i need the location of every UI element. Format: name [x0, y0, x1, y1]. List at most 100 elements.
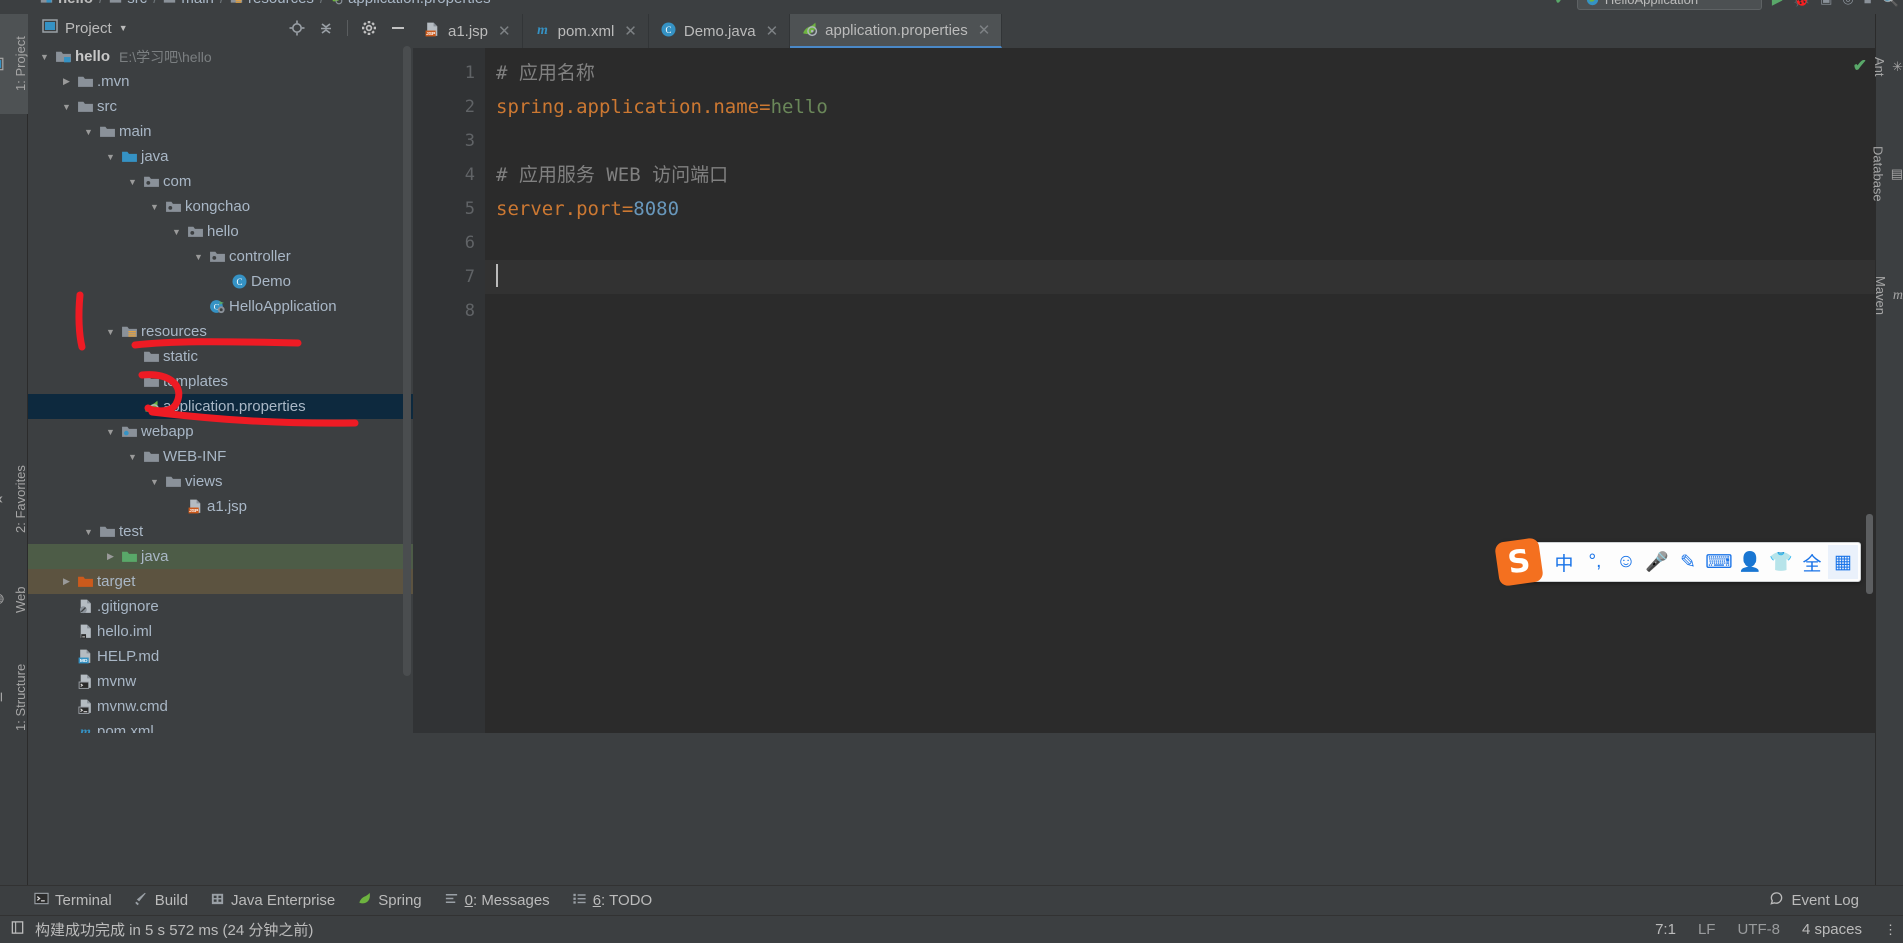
code-editor[interactable]: 12345678 # 应用名称 spring.application.name=h…: [413, 48, 1875, 733]
chevron-down-icon[interactable]: ▼: [80, 527, 97, 537]
lock-icon[interactable]: ⋮: [1884, 922, 1897, 938]
event-log-button[interactable]: Event Log: [1769, 891, 1859, 910]
chevron-down-icon[interactable]: ▼: [124, 177, 141, 187]
file-encoding[interactable]: UTF-8: [1737, 921, 1780, 938]
chevron-right-icon[interactable]: ▶: [58, 576, 75, 587]
tree-row-controller[interactable]: ▼ controller: [28, 244, 413, 269]
debug-button[interactable]: 🐞: [1793, 0, 1810, 8]
chevron-down-icon[interactable]: ▼: [102, 152, 119, 162]
tree-row-pom-xml[interactable]: m pom.xml: [28, 719, 413, 733]
editor-tab-application-properties[interactable]: application.properties ✕: [790, 14, 1003, 48]
collapse-all-icon[interactable]: [315, 17, 337, 39]
sidebar-item-ant[interactable]: ✳ Ant: [1872, 34, 1903, 100]
run-button[interactable]: ▶: [1772, 0, 1783, 8]
fullwidth-toggle[interactable]: 全: [1797, 545, 1827, 579]
chevron-down-icon[interactable]: ▼: [119, 23, 128, 33]
sidebar-item-maven[interactable]: m Maven: [1873, 246, 1903, 346]
sogou-ime-toolbar[interactable]: S 中 °, ☺ 🎤 ✎ ⌨ 👤 👕 全 ▦: [1494, 537, 1861, 587]
sogou-logo-icon[interactable]: S: [1494, 537, 1544, 587]
inspection-status-icon[interactable]: ✔: [1853, 56, 1867, 76]
tree-row-web-inf[interactable]: ▼ WEB-INF: [28, 444, 413, 469]
tool-button-java-enterprise[interactable]: Java Enterprise: [210, 891, 335, 910]
tree-row-a1-jsp[interactable]: JSP a1.jsp: [28, 494, 413, 519]
tree-row-hello-iml[interactable]: hello.iml: [28, 619, 413, 644]
editor-tab-a1-jsp[interactable]: JSP a1.jsp ✕: [413, 14, 523, 48]
tree-row-application-properties[interactable]: application.properties: [28, 394, 413, 419]
code-line-6[interactable]: [485, 226, 1875, 260]
tree-row-demo[interactable]: C Demo: [28, 269, 413, 294]
sidebar-item-structure[interactable]: 1: Structure ☰: [0, 642, 28, 752]
tool-button-build[interactable]: Build: [134, 891, 188, 910]
chevron-down-icon[interactable]: ▼: [190, 252, 207, 262]
chevron-down-icon[interactable]: ▼: [124, 452, 141, 462]
sidebar-item-web[interactable]: Web ◍: [0, 562, 28, 637]
tree-row-java[interactable]: ▼ java: [28, 144, 413, 169]
tool-button-todo[interactable]: 6: TODO: [572, 891, 652, 910]
emoji-icon[interactable]: ☺: [1611, 545, 1641, 579]
breadcrumb-item-4[interactable]: application.properties: [330, 0, 491, 7]
sidebar-item-project[interactable]: 1: Project: [0, 14, 28, 114]
profiler-button[interactable]: ◎: [1842, 0, 1853, 7]
sidebar-item-favorites[interactable]: 2: Favorites ★: [0, 442, 28, 557]
indent-setting[interactable]: 4 spaces: [1802, 921, 1862, 938]
code-line-4[interactable]: # 应用服务 WEB 访问端口: [485, 158, 1875, 192]
tree-row-main[interactable]: ▼ main: [28, 119, 413, 144]
locate-icon[interactable]: [286, 17, 308, 39]
user-account-icon[interactable]: 👤: [1735, 545, 1765, 579]
tree-row-hello[interactable]: ▼ hello E:\学习吧\hello: [28, 44, 413, 69]
run-configuration-selector[interactable]: HelloApplication: [1576, 0, 1762, 10]
tree-row--gitignore[interactable]: .gitignore: [28, 594, 413, 619]
tree-row-kongchao[interactable]: ▼ kongchao: [28, 194, 413, 219]
hide-icon[interactable]: [387, 17, 409, 39]
tree-row-templates[interactable]: templates: [28, 369, 413, 394]
project-tree-scrollbar[interactable]: [403, 46, 411, 676]
stop-button[interactable]: ■: [1864, 0, 1872, 7]
soft-keyboard-icon[interactable]: ⌨: [1704, 545, 1734, 579]
voice-input-icon[interactable]: 🎤: [1642, 545, 1672, 579]
tree-row-target[interactable]: ▶ target: [28, 569, 413, 594]
close-icon[interactable]: ✕: [498, 22, 511, 40]
tree-row-resources[interactable]: ▼ resources: [28, 319, 413, 344]
skin-icon[interactable]: 👕: [1766, 545, 1796, 579]
tree-row-src[interactable]: ▼ src: [28, 94, 413, 119]
chevron-down-icon[interactable]: ▼: [146, 202, 163, 212]
tree-row-hello[interactable]: ▼ hello: [28, 219, 413, 244]
punctuation-toggle[interactable]: °,: [1580, 545, 1610, 579]
chevron-down-icon[interactable]: ▼: [58, 102, 75, 112]
close-icon[interactable]: ✕: [766, 22, 779, 40]
chevron-down-icon[interactable]: ▼: [168, 227, 185, 237]
code-line-2[interactable]: spring.application.name=hello: [485, 90, 1875, 124]
search-everywhere-icon[interactable]: 🔍: [1882, 0, 1899, 8]
coverage-button[interactable]: ▣: [1820, 0, 1832, 7]
tree-row--mvn[interactable]: ▶ .mvn: [28, 69, 413, 94]
close-icon[interactable]: ✕: [978, 21, 991, 39]
breadcrumb-item-0[interactable]: hello: [40, 0, 93, 7]
code-content[interactable]: # 应用名称 spring.application.name=hello # 应用…: [485, 48, 1875, 733]
chevron-down-icon[interactable]: ▼: [36, 52, 53, 62]
tree-row-java[interactable]: ▶ java: [28, 544, 413, 569]
close-icon[interactable]: ✕: [624, 22, 637, 40]
chevron-right-icon[interactable]: ▶: [102, 551, 119, 562]
tool-button-terminal[interactable]: Terminal: [34, 891, 112, 910]
breadcrumb-item-1[interactable]: src: [109, 0, 147, 7]
chevron-down-icon[interactable]: ▼: [102, 327, 119, 337]
tree-row-mvnw[interactable]: mvnw: [28, 669, 413, 694]
code-line-8[interactable]: [485, 294, 1875, 328]
toolbox-icon[interactable]: ▦: [1828, 545, 1858, 579]
code-line-3[interactable]: [485, 124, 1875, 158]
tree-row-static[interactable]: static: [28, 344, 413, 369]
caret-position[interactable]: 7:1: [1655, 921, 1676, 938]
tree-row-test[interactable]: ▼ test: [28, 519, 413, 544]
chevron-down-icon[interactable]: ▼: [146, 477, 163, 487]
tree-row-webapp[interactable]: ▼ webapp: [28, 419, 413, 444]
tree-row-views[interactable]: ▼ views: [28, 469, 413, 494]
editor-scrollbar[interactable]: [1866, 514, 1873, 594]
handwriting-icon[interactable]: ✎: [1673, 545, 1703, 579]
editor-tab-demo-java[interactable]: C Demo.java ✕: [649, 14, 791, 48]
project-tree[interactable]: ▼ hello E:\学习吧\hello ▶ .mvn ▼ src ▼ main ▼ java ▼ co…: [28, 42, 413, 733]
breadcrumb-item-3[interactable]: resources: [230, 0, 314, 7]
tree-row-com[interactable]: ▼ com: [28, 169, 413, 194]
code-line-5[interactable]: server.port=8080: [485, 192, 1875, 226]
tree-row-mvnw-cmd[interactable]: mvnw.cmd: [28, 694, 413, 719]
breadcrumb-item-2[interactable]: main: [163, 0, 214, 7]
